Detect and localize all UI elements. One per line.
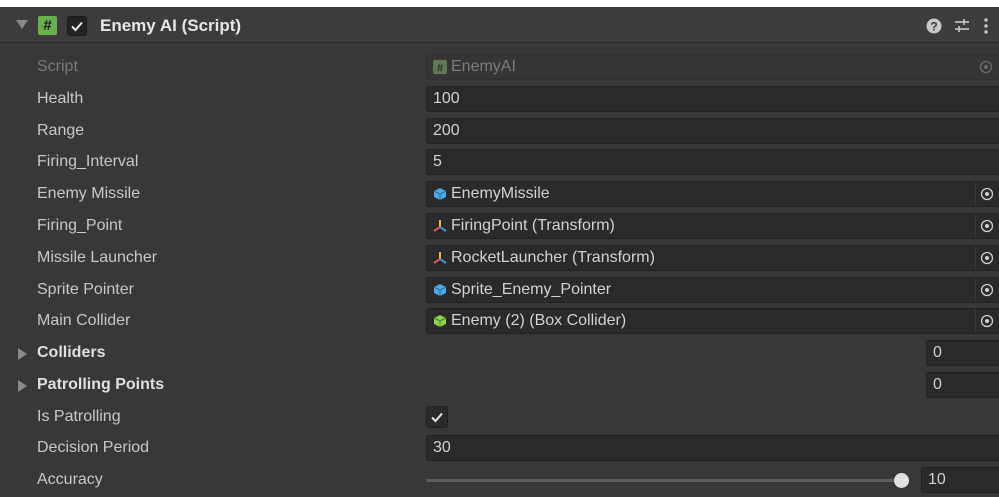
row-script: Script # EnemyAI: [0, 51, 999, 83]
enemy-missile-field[interactable]: EnemyMissile: [426, 181, 999, 207]
object-picker-button[interactable]: [975, 309, 999, 333]
accuracy-input[interactable]: 10: [921, 467, 999, 493]
accuracy-slider-thumb[interactable]: [894, 473, 909, 488]
firing-point-label: Firing_Point: [37, 217, 123, 234]
sprite-pointer-label: Sprite Pointer: [37, 281, 134, 298]
firing-point-value: FiringPoint (Transform): [451, 217, 615, 234]
accuracy-label: Accuracy: [37, 471, 103, 488]
prefab-icon: [433, 284, 447, 296]
object-picker-button[interactable]: [975, 278, 999, 302]
svg-text:?: ?: [930, 20, 937, 34]
sprite-pointer-value: Sprite_Enemy_Pointer: [451, 281, 612, 298]
row-missile-launcher: Missile Launcher RocketLauncher (Transfo…: [0, 242, 999, 274]
patrolling-points-count: 0: [933, 376, 942, 393]
row-health: Health 100: [0, 83, 999, 115]
transform-icon: [433, 220, 447, 232]
script-label: Script: [37, 58, 78, 75]
foldout-collapsed-icon[interactable]: [18, 380, 27, 392]
more-menu-icon[interactable]: [976, 16, 996, 36]
main-collider-label: Main Collider: [37, 312, 131, 329]
range-input[interactable]: 200: [426, 118, 999, 144]
colliders-count: 0: [933, 344, 942, 361]
sprite-pointer-field[interactable]: Sprite_Enemy_Pointer: [426, 277, 999, 303]
firing-interval-label: Firing_Interval: [37, 153, 139, 170]
decision-period-value: 30: [433, 439, 451, 456]
object-picker-button[interactable]: [975, 246, 999, 270]
main-collider-value: Enemy (2) (Box Collider): [451, 312, 627, 329]
prefab-icon: [433, 188, 447, 200]
window-top-edge: [0, 0, 999, 7]
firing-point-field[interactable]: FiringPoint (Transform): [426, 213, 999, 239]
object-picker-button[interactable]: [975, 182, 999, 206]
svg-text:#: #: [437, 63, 443, 75]
row-sprite-pointer: Sprite Pointer Sprite_Enemy_Pointer: [0, 274, 999, 306]
row-patrolling-points[interactable]: Patrolling Points 0: [0, 369, 999, 401]
row-is-patrolling: Is Patrolling: [0, 401, 999, 433]
transform-icon: [433, 252, 447, 264]
missile-launcher-field[interactable]: RocketLauncher (Transform): [426, 245, 999, 271]
checkmark-icon: [431, 412, 443, 423]
accuracy-slider[interactable]: [426, 473, 909, 488]
row-decision-period: Decision Period 30: [0, 432, 999, 464]
health-input[interactable]: 100: [426, 86, 999, 112]
row-firing-point: Firing_Point FiringPoint (Transform): [0, 210, 999, 242]
row-colliders[interactable]: Colliders 0: [0, 337, 999, 369]
is-patrolling-checkbox[interactable]: [426, 406, 448, 428]
foldout-collapsed-icon[interactable]: [18, 348, 27, 360]
script-field: # EnemyAI: [426, 54, 999, 80]
help-icon[interactable]: ?: [924, 16, 944, 36]
row-enemy-missile: Enemy Missile EnemyMissile: [0, 178, 999, 210]
decision-period-input[interactable]: 30: [426, 435, 999, 461]
accuracy-value: 10: [928, 471, 946, 488]
row-range: Range 200: [0, 115, 999, 147]
script-icon: #: [433, 60, 447, 74]
firing-interval-value: 5: [433, 153, 442, 170]
missile-launcher-label: Missile Launcher: [37, 249, 158, 266]
main-collider-field[interactable]: Enemy (2) (Box Collider): [426, 308, 999, 334]
component-enabled-checkbox[interactable]: [67, 16, 87, 36]
is-patrolling-label: Is Patrolling: [37, 408, 121, 425]
row-accuracy: Accuracy 10: [0, 464, 999, 496]
patrolling-points-size-input[interactable]: 0: [926, 372, 999, 398]
decision-period-label: Decision Period: [37, 439, 150, 456]
missile-launcher-value: RocketLauncher (Transform): [451, 249, 655, 266]
object-picker-button: [975, 55, 999, 79]
script-icon: #: [38, 16, 57, 35]
range-value: 200: [433, 122, 460, 139]
health-label: Health: [37, 90, 84, 107]
component-title: Enemy AI (Script): [100, 16, 242, 35]
foldout-expanded-icon[interactable]: [16, 20, 28, 29]
health-value: 100: [433, 90, 460, 107]
script-value: EnemyAI: [451, 58, 516, 75]
patrolling-points-label[interactable]: Patrolling Points: [37, 376, 164, 394]
object-picker-button[interactable]: [975, 214, 999, 238]
row-main-collider: Main Collider Enemy (2) (Box Collider): [0, 305, 999, 337]
preset-icon[interactable]: [952, 16, 972, 36]
accuracy-slider-fill: [426, 479, 901, 482]
firing-interval-input[interactable]: 5: [426, 149, 999, 175]
colliders-size-input[interactable]: 0: [926, 340, 999, 366]
row-firing-interval: Firing_Interval 5: [0, 146, 999, 178]
enemy-missile-value: EnemyMissile: [451, 185, 550, 202]
component-header[interactable]: # Enemy AI (Script) ?: [0, 7, 999, 43]
enemy-missile-label: Enemy Missile: [37, 185, 141, 202]
range-label: Range: [37, 122, 85, 139]
box-collider-icon: [433, 315, 447, 327]
colliders-label[interactable]: Colliders: [37, 344, 105, 362]
